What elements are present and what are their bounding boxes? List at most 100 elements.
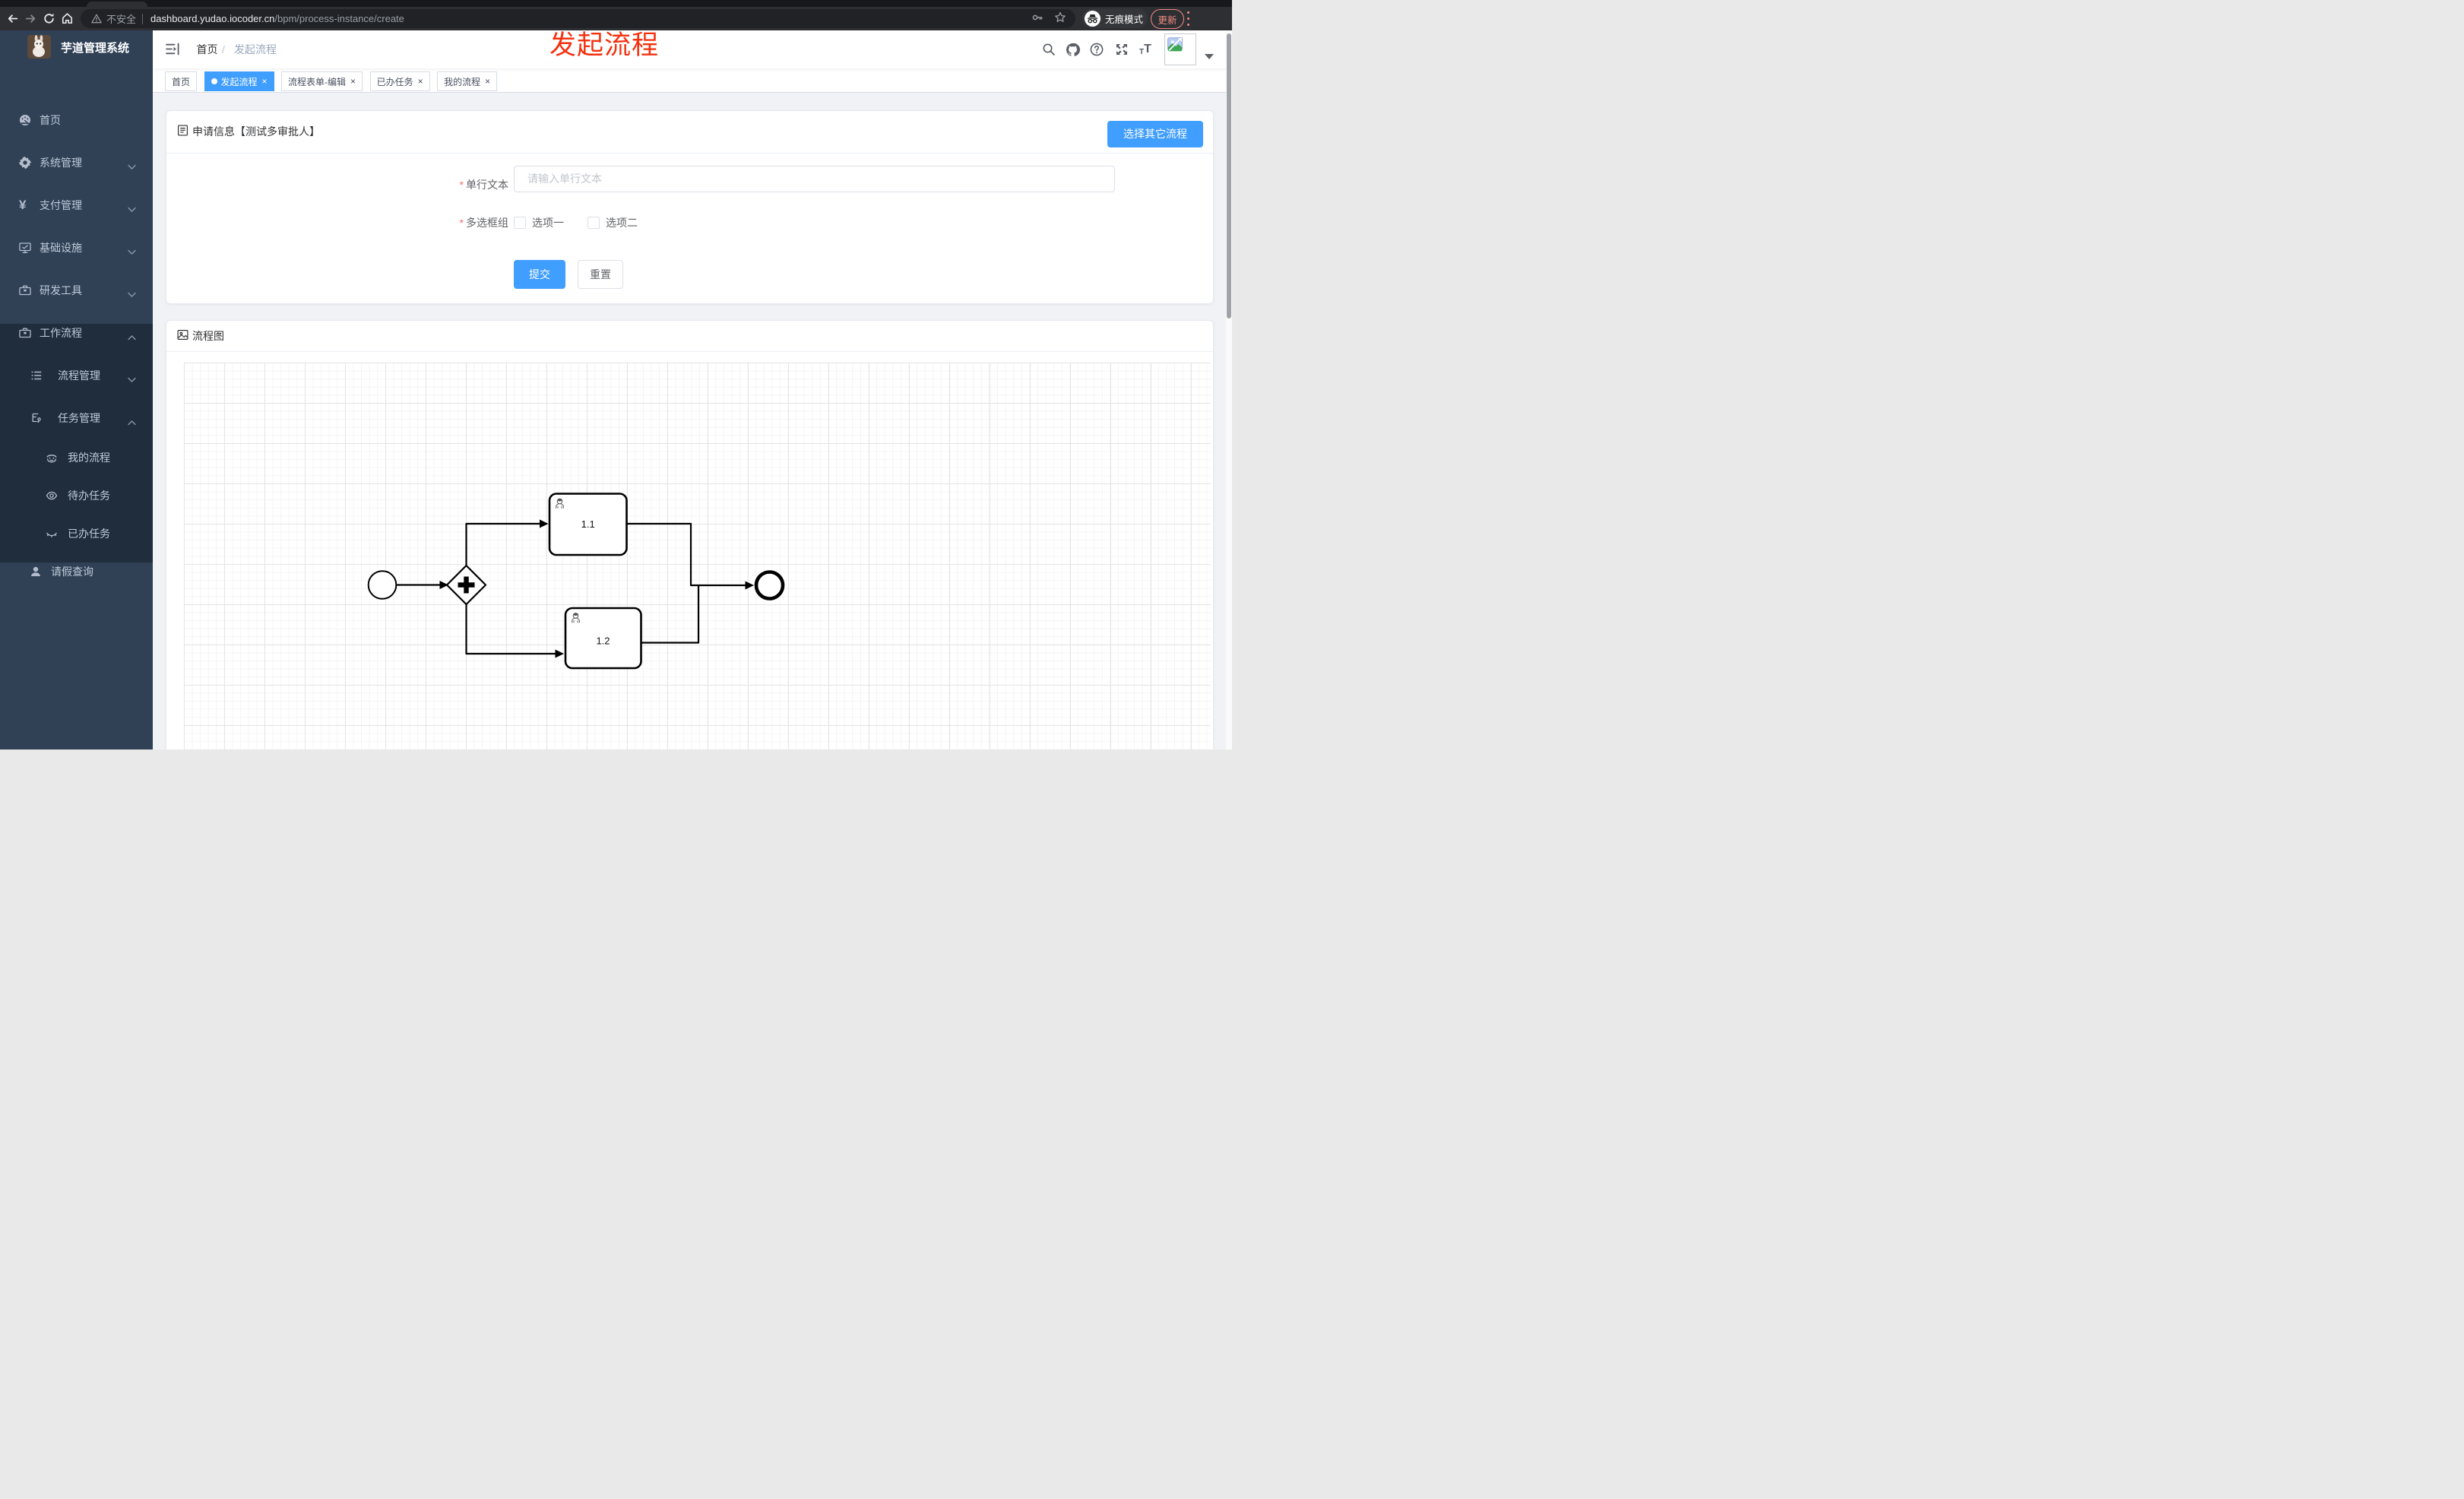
sidebar-item-label: 首页 bbox=[40, 114, 61, 126]
close-icon[interactable]: × bbox=[418, 77, 423, 86]
tag-form-edit[interactable]: 流程表单-编辑 × bbox=[281, 71, 363, 91]
end-event[interactable] bbox=[754, 570, 785, 601]
logo-avatar bbox=[27, 35, 51, 59]
single-line-input[interactable] bbox=[526, 172, 1103, 185]
security-label[interactable]: 不安全 bbox=[106, 11, 136, 26]
checkbox-option-2[interactable] bbox=[587, 216, 600, 229]
sidebar-item-payment[interactable]: ¥ 支付管理 bbox=[0, 184, 153, 227]
field-label-checkbox-group: * 多选框组 bbox=[459, 216, 508, 229]
url-host: dashboard.yudao.iocoder.cn bbox=[150, 13, 275, 24]
sidebar-item-leave-query[interactable]: 请假查询 bbox=[0, 550, 153, 593]
close-icon[interactable]: × bbox=[262, 77, 268, 86]
browser-tab[interactable] bbox=[87, 2, 147, 7]
sidebar-item-label: 我的流程 bbox=[68, 452, 110, 464]
chevron-down-icon bbox=[128, 288, 136, 297]
tag-my-process[interactable]: 我的流程 × bbox=[437, 71, 498, 91]
monitor-icon bbox=[19, 242, 31, 254]
tag-label: 已办任务 bbox=[376, 76, 413, 87]
user-task-1-2[interactable]: 1.2 bbox=[564, 607, 642, 670]
scrollbar-thumb[interactable] bbox=[1227, 33, 1231, 318]
sidebar-item-home[interactable]: 首页 bbox=[0, 99, 153, 141]
chevron-down-icon bbox=[128, 246, 136, 255]
sidebar-item-system[interactable]: 系统管理 bbox=[0, 141, 153, 184]
checkbox-label[interactable]: 选项一 bbox=[532, 215, 564, 230]
app-title: 芋道管理系统 bbox=[61, 42, 130, 55]
font-size-icon[interactable]: TT bbox=[1139, 43, 1158, 56]
sidebar-item-label: 请假查询 bbox=[51, 566, 93, 578]
task-label: 1.2 bbox=[596, 635, 610, 647]
reload-icon[interactable] bbox=[40, 10, 58, 28]
flow-gateway-task2 bbox=[465, 604, 556, 655]
eye-icon bbox=[46, 490, 58, 502]
sidebar-item-my-process[interactable]: 我的流程 bbox=[0, 436, 153, 479]
search-icon[interactable] bbox=[1042, 43, 1056, 56]
bpmn-diagram[interactable]: 1.1 1.2 bbox=[182, 361, 1210, 750]
incognito-badge: 无痕模式 bbox=[1082, 8, 1148, 28]
checkbox-option-1[interactable] bbox=[514, 216, 526, 229]
sidebar-item-label: 流程管理 bbox=[58, 369, 100, 382]
sidebar-item-label: 已办任务 bbox=[68, 528, 110, 540]
checkbox-group: 选项一 选项二 bbox=[514, 215, 638, 230]
single-line-input-wrap bbox=[514, 165, 1115, 192]
start-event[interactable] bbox=[367, 570, 397, 600]
avatar-caret-icon[interactable] bbox=[1205, 54, 1214, 64]
sidebar-item-task-mgmt[interactable]: 任务管理 bbox=[0, 397, 153, 439]
home-icon[interactable] bbox=[58, 10, 76, 28]
sidebar-item-workflow[interactable]: 工作流程 bbox=[0, 312, 153, 354]
fullscreen-icon[interactable] bbox=[1115, 43, 1129, 56]
help-icon[interactable] bbox=[1090, 43, 1104, 56]
close-icon[interactable]: × bbox=[485, 77, 490, 86]
chevron-up-icon bbox=[128, 331, 136, 341]
back-icon[interactable] bbox=[3, 10, 21, 28]
tag-label: 我的流程 bbox=[444, 76, 481, 87]
tag-home[interactable]: 首页 bbox=[165, 71, 198, 91]
tag-create-process[interactable]: 发起流程 × bbox=[204, 71, 274, 91]
yen-icon: ¥ bbox=[19, 198, 27, 212]
browser-menu-icon[interactable] bbox=[1186, 11, 1190, 26]
sidebar-item-label: 研发工具 bbox=[40, 284, 82, 296]
avatar[interactable] bbox=[1164, 33, 1196, 65]
reset-button[interactable]: 重置 bbox=[578, 259, 623, 289]
sidebar-item-infra[interactable]: 基础设施 bbox=[0, 227, 153, 269]
bookmark-star-icon[interactable] bbox=[1054, 11, 1066, 26]
submit-button[interactable]: 提交 bbox=[514, 259, 565, 289]
chevron-down-icon bbox=[128, 203, 136, 212]
flow-icon bbox=[30, 412, 43, 424]
list-icon bbox=[30, 369, 43, 382]
url-path: /bpm/process-instance/create bbox=[274, 13, 404, 24]
annotation-text: 发起流程 bbox=[549, 30, 660, 60]
sidebar-item-process-mgmt[interactable]: 流程管理 bbox=[0, 354, 153, 397]
parallel-gateway[interactable] bbox=[445, 564, 487, 606]
toolbox-icon bbox=[19, 284, 31, 296]
sidebar-item-label: 待办任务 bbox=[68, 490, 110, 502]
breadcrumb-home[interactable]: 首页 bbox=[197, 30, 218, 68]
flow-task2-end bbox=[641, 586, 700, 644]
document-icon bbox=[177, 125, 188, 138]
choose-other-process-button[interactable]: 选择其它流程 bbox=[1107, 120, 1203, 147]
sidebar-item-label: 任务管理 bbox=[58, 412, 100, 424]
task-label: 1.1 bbox=[581, 518, 595, 530]
github-icon[interactable] bbox=[1066, 43, 1081, 56]
page-scrollbar[interactable] bbox=[1226, 30, 1232, 750]
sidebar: 芋道管理系统 首页 系统管理 ¥ 支付管理 基础设施 研发工具 工作流程 流程管… bbox=[0, 30, 153, 750]
warning-icon bbox=[91, 14, 102, 24]
sidebar-item-label: 基础设施 bbox=[40, 242, 82, 254]
face-icon bbox=[46, 452, 58, 464]
sidebar-item-todo-tasks[interactable]: 待办任务 bbox=[0, 474, 153, 517]
incognito-icon bbox=[1085, 10, 1101, 27]
forward-icon[interactable] bbox=[21, 10, 40, 28]
sidebar-item-done-tasks[interactable]: 已办任务 bbox=[0, 512, 153, 555]
chevron-down-icon bbox=[128, 373, 136, 382]
tag-label: 发起流程 bbox=[220, 76, 258, 87]
sidebar-collapse-icon[interactable] bbox=[166, 43, 179, 56]
checkbox-label[interactable]: 选项二 bbox=[606, 215, 638, 230]
browser-tabstrip bbox=[0, 0, 1232, 7]
card-header: 流程图 bbox=[166, 321, 1213, 352]
sidebar-logo[interactable]: 芋道管理系统 bbox=[0, 30, 153, 73]
key-icon[interactable] bbox=[1031, 11, 1044, 26]
user-task-1-1[interactable]: 1.1 bbox=[548, 493, 628, 556]
tag-done-tasks[interactable]: 已办任务 × bbox=[369, 71, 430, 91]
update-button[interactable]: 更新 bbox=[1151, 9, 1184, 29]
close-icon[interactable]: × bbox=[350, 77, 356, 86]
sidebar-item-devtools[interactable]: 研发工具 bbox=[0, 269, 153, 312]
